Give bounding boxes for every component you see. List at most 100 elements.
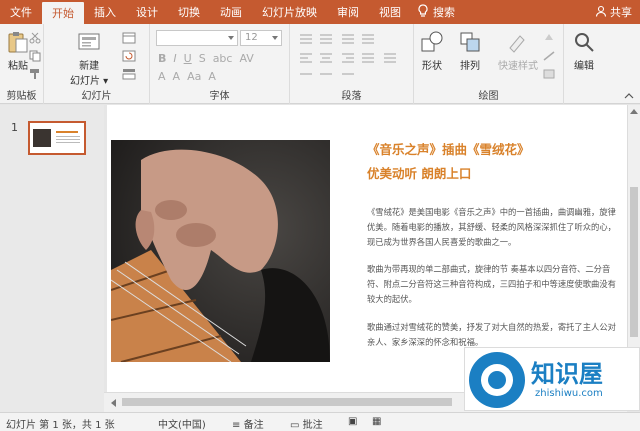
watermark-logo: 知识屋 zhishiwu.com <box>464 347 640 411</box>
thumbnail-pane: 1 <box>0 105 104 412</box>
share-label: 共享 <box>610 6 632 19</box>
shape-effects-icon[interactable] <box>542 68 556 80</box>
section-icon[interactable] <box>122 68 136 80</box>
menu-bar: 文件 开始 插入 设计 切换 动画 幻灯片放映 审阅 视图 搜索 共享 <box>0 0 640 24</box>
bold-icon[interactable]: B <box>158 52 166 65</box>
editing-button[interactable]: 编辑 <box>572 30 596 72</box>
change-case-icon[interactable]: Aa <box>187 70 201 83</box>
share-button[interactable]: 共享 <box>595 0 632 24</box>
tab-review[interactable]: 审阅 <box>327 0 369 24</box>
notes-icon: ≡ <box>232 420 241 431</box>
thumbnail-photo <box>33 129 51 147</box>
font-shrink-icon[interactable]: A <box>173 70 181 83</box>
new-slide-icon <box>78 33 100 50</box>
tab-transitions[interactable]: 切换 <box>168 0 210 24</box>
font-group-label: 字体 <box>209 91 230 102</box>
font-grow-icon[interactable]: A <box>158 70 166 83</box>
notes-button[interactable]: ≡ 备注 <box>232 416 264 431</box>
shapes-button[interactable]: 形状 <box>420 30 444 72</box>
watermark-brand: 知识屋 <box>531 360 603 388</box>
collapse-ribbon-icon[interactable] <box>624 92 634 100</box>
shadow-icon[interactable]: S <box>199 52 206 65</box>
drawing-group-label: 绘图 <box>478 91 499 102</box>
editing-label: 编辑 <box>574 61 594 72</box>
scroll-left-icon[interactable] <box>110 399 116 407</box>
quick-styles-icon <box>509 35 525 53</box>
slide-paragraph-1[interactable]: 《雪绒花》是美国电影《音乐之声》中的一首插曲，曲调幽雅，旋律优美。随着电影的播放… <box>367 205 623 250</box>
new-slide-label-2: 幻灯片 ▾ <box>70 76 109 87</box>
slide-thumbnail[interactable] <box>28 121 86 155</box>
new-slide-label: 新建 <box>79 61 100 72</box>
quick-styles-label: 快速样式 <box>498 61 538 72</box>
reset-icon[interactable] <box>122 50 136 62</box>
tab-insert[interactable]: 插入 <box>84 0 126 24</box>
guitar-photo[interactable] <box>111 140 330 362</box>
new-slide-button[interactable]: 新建 幻灯片 ▾ <box>70 30 108 87</box>
group-clipboard: 粘贴 剪贴板 <box>0 24 44 104</box>
spacing-icon[interactable]: AV <box>239 52 253 65</box>
quick-styles-button[interactable]: 快速样式 <box>498 30 538 72</box>
tab-animations[interactable]: 动画 <box>210 0 252 24</box>
slide-count-status: 幻灯片 第 1 张，共 1 张 <box>6 420 115 431</box>
font-name-dropdown[interactable] <box>156 30 238 46</box>
group-editing: 编辑 <box>564 24 640 104</box>
slide-paragraph-3[interactable]: 歌曲通过对雪绒花的赞美，抒发了对大自然的热爱，寄托了主人公对亲人、家乡深深的怀念… <box>367 320 623 350</box>
comment-icon: ▭ <box>290 420 300 431</box>
paragraph-icons[interactable] <box>298 32 408 84</box>
font-color-icon[interactable]: A <box>208 70 216 83</box>
tab-view[interactable]: 视图 <box>369 0 411 24</box>
underline-icon[interactable]: U <box>184 52 192 65</box>
ribbon: 粘贴 剪贴板 新建 幻灯片 ▾ 幻灯片 12 B I U S abc AV A … <box>0 24 640 104</box>
slide-title-line1[interactable]: 《音乐之声》插曲《雪绒花》 <box>367 139 530 158</box>
horizontal-scroll-thumb[interactable] <box>122 398 452 406</box>
user-icon <box>595 5 607 20</box>
notes-label: 备注 <box>243 420 264 431</box>
group-font: 12 B I U S abc AV A A Aa A 字体 <box>150 24 290 104</box>
tell-me-search[interactable]: 搜索 <box>417 0 455 24</box>
tab-file[interactable]: 文件 <box>0 0 42 24</box>
layout-icon[interactable] <box>122 32 136 44</box>
italic-icon[interactable]: I <box>173 52 176 65</box>
paste-button[interactable]: 粘贴 <box>6 30 30 72</box>
comments-button[interactable]: ▭ 批注 <box>290 416 323 431</box>
format-painter-icon[interactable] <box>28 68 42 80</box>
tab-slideshow[interactable]: 幻灯片放映 <box>252 0 327 24</box>
arrange-button[interactable]: 排列 <box>458 30 482 72</box>
strikethrough-icon[interactable]: abc <box>213 52 233 65</box>
clipboard-group-label: 剪贴板 <box>6 91 37 102</box>
normal-view-icon[interactable]: ▣ <box>348 416 357 427</box>
group-paragraph: 段落 <box>290 24 414 104</box>
group-drawing: 形状 排列 快速样式 绘图 <box>414 24 564 104</box>
watermark-url: zhishiwu.com <box>535 388 603 399</box>
paste-icon <box>8 32 28 53</box>
lightbulb-icon <box>417 3 429 21</box>
tab-design[interactable]: 设计 <box>126 0 168 24</box>
comments-label: 批注 <box>302 420 323 431</box>
slides-group-label: 幻灯片 <box>81 91 112 102</box>
vertical-scroll-thumb[interactable] <box>630 187 638 337</box>
shape-fill-icon[interactable] <box>542 32 556 44</box>
font-size-dropdown[interactable]: 12 <box>240 30 282 46</box>
status-bar: 幻灯片 第 1 张，共 1 张 中文(中国) ≡ 备注 ▭ 批注 ▣ ▦ <box>0 412 640 431</box>
shapes-label: 形状 <box>422 61 442 72</box>
font-size-value: 12 <box>245 32 258 43</box>
cut-icon[interactable] <box>28 32 42 44</box>
watermark-emblem <box>469 352 525 408</box>
slide-paragraph-2[interactable]: 歌曲为带再现的单二部曲式，旋律的节 奏基本以四分音符、二分音符、附点二分音符这三… <box>367 262 623 307</box>
font-color-buttons[interactable]: A A Aa A <box>158 70 216 83</box>
tab-home[interactable]: 开始 <box>42 2 84 24</box>
slide-number: 1 <box>11 121 18 134</box>
slide-title-line2[interactable]: 优美动听 朗朗上口 <box>367 163 471 182</box>
language-status[interactable]: 中文(中国) <box>158 416 206 431</box>
shape-outline-icon[interactable] <box>542 50 556 62</box>
shapes-icon <box>421 31 443 52</box>
arrange-label: 排列 <box>460 61 480 72</box>
group-slides: 新建 幻灯片 ▾ 幻灯片 <box>44 24 150 104</box>
scroll-up-icon[interactable] <box>630 108 638 114</box>
arrange-icon <box>460 32 480 52</box>
font-style-buttons[interactable]: B I U S abc AV <box>158 52 254 65</box>
copy-icon[interactable] <box>28 50 42 62</box>
paste-label: 粘贴 <box>8 61 28 72</box>
slide-sorter-icon[interactable]: ▦ <box>372 416 381 427</box>
search-label: 搜索 <box>433 6 455 19</box>
